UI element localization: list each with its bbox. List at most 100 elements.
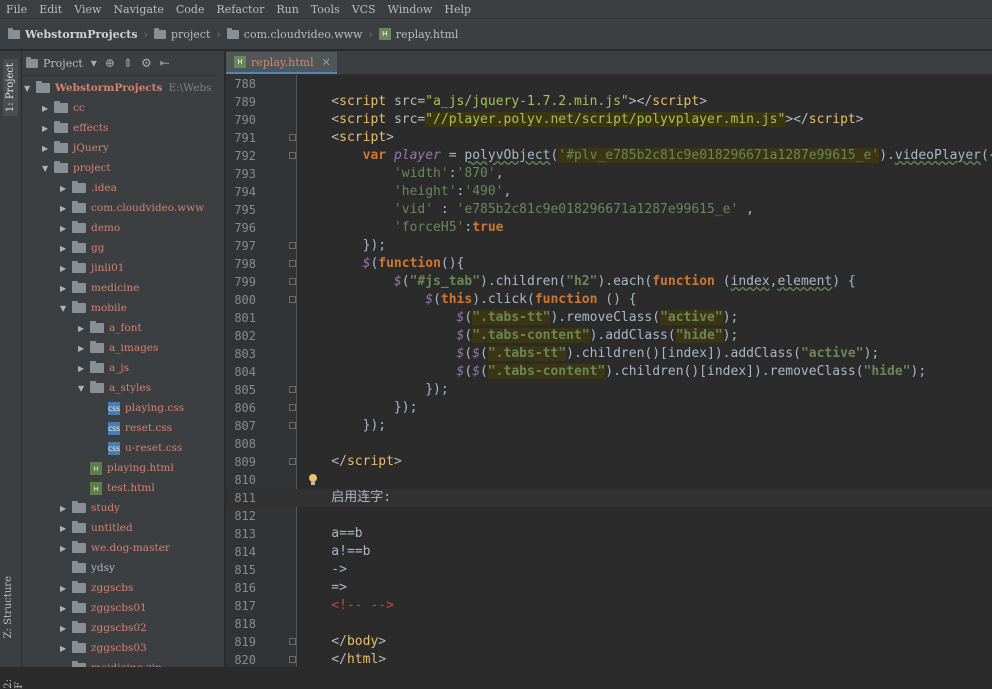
collapse-arrow-icon[interactable]: ▶ xyxy=(60,624,72,633)
menu-item-window[interactable]: Window xyxy=(382,3,439,16)
tree-item[interactable]: ▶ zggscbs xyxy=(60,578,133,598)
code-line[interactable]: 812 xyxy=(226,507,992,525)
hide-icon[interactable]: ⇤ xyxy=(160,56,170,70)
tree-item[interactable]: ▶ a_js xyxy=(78,358,129,378)
fold-marker-icon[interactable] xyxy=(289,422,296,429)
breadcrumb-item-folder[interactable]: com.cloudvideo.www xyxy=(226,27,362,41)
menu-item-edit[interactable]: Edit xyxy=(33,3,68,16)
code-line[interactable]: 791 <script> xyxy=(226,129,992,147)
collapse-arrow-icon[interactable]: ▶ xyxy=(60,644,72,653)
tree-root[interactable]: ▼ WebstormProjects E:\Webs xyxy=(24,78,211,98)
code-line[interactable]: 793 'width':'870', xyxy=(226,165,992,183)
code-line[interactable]: 814 a!==b xyxy=(226,543,992,561)
tree-item[interactable]: ▶ zggscbs02 xyxy=(60,618,147,638)
tree-item[interactable]: ▼ a_styles xyxy=(78,378,151,398)
code-line[interactable]: 811 启用连字: xyxy=(226,489,992,507)
tree-item[interactable]: Hplaying.html xyxy=(78,458,174,478)
tree-item[interactable]: ▶ gg xyxy=(60,238,104,258)
menu-item-refactor[interactable]: Refactor xyxy=(210,3,270,16)
breadcrumb-item-root[interactable]: WebstormProjects xyxy=(8,27,138,41)
code-line[interactable]: 797 }); xyxy=(226,237,992,255)
code-line[interactable]: 788 xyxy=(226,75,992,93)
tree-item[interactable]: CSS reset.css xyxy=(96,418,172,438)
breadcrumb-item-project[interactable]: project xyxy=(153,27,210,41)
code-line[interactable]: 800 $(this).click(function () { xyxy=(226,291,992,309)
menu-item-file[interactable]: File xyxy=(0,3,33,16)
code-line[interactable]: 789 <script src="a_js/jquery-1.7.2.min.j… xyxy=(226,93,992,111)
fold-marker-icon[interactable] xyxy=(289,404,296,411)
code-line[interactable]: 819 </body> xyxy=(226,633,992,651)
code-line[interactable]: 807 }); xyxy=(226,417,992,435)
collapse-arrow-icon[interactable]: ▶ xyxy=(60,244,72,253)
code-line[interactable]: 818 xyxy=(226,615,992,633)
gear-icon[interactable]: ⚙ xyxy=(141,56,152,70)
code-line[interactable]: 790 <script src="//player.polyv.net/scri… xyxy=(226,111,992,129)
code-line[interactable]: 820 </html> xyxy=(226,651,992,669)
fold-marker-icon[interactable] xyxy=(289,260,296,267)
code-line[interactable]: 805 }); xyxy=(226,381,992,399)
fold-marker-icon[interactable] xyxy=(289,242,296,249)
fold-marker-icon[interactable] xyxy=(289,278,296,285)
collapse-arrow-icon[interactable]: ▶ xyxy=(42,104,54,113)
tree-item[interactable]: ▶ zggscbs03 xyxy=(60,638,147,658)
tree-item[interactable]: ▶ study xyxy=(60,498,120,518)
collapse-arrow-icon[interactable]: ▶ xyxy=(78,364,90,373)
collapse-arrow-icon[interactable]: ▶ xyxy=(60,544,72,553)
collapse-icon[interactable]: ⇕ xyxy=(123,56,133,70)
breadcrumb-item-file[interactable]: Hreplay.html xyxy=(378,28,458,41)
code-line[interactable]: 808 xyxy=(226,435,992,453)
collapse-arrow-icon[interactable]: ▶ xyxy=(60,224,72,233)
menu-item-code[interactable]: Code xyxy=(170,3,211,16)
collapse-arrow-icon[interactable]: ▶ xyxy=(60,584,72,593)
tree-item[interactable]: CSS playing.css xyxy=(96,398,184,418)
menu-item-tools[interactable]: Tools xyxy=(305,3,346,16)
code-line[interactable]: 817 <!-- --> xyxy=(226,597,992,615)
code-line[interactable]: 813 a==b xyxy=(226,525,992,543)
code-line[interactable]: 798 $(function(){ xyxy=(226,255,992,273)
expand-arrow-icon[interactable]: ▼ xyxy=(24,84,36,93)
fold-marker-icon[interactable] xyxy=(289,152,296,159)
tab-project[interactable]: 1: Project xyxy=(3,59,18,117)
project-view-dropdown[interactable]: Project xyxy=(43,57,83,70)
lightbulb-icon[interactable] xyxy=(308,473,318,486)
tree-item[interactable]: ▼ mobile xyxy=(60,298,127,318)
menu-item-help[interactable]: Help xyxy=(438,3,477,16)
tree-item[interactable]: ▶ com.cloudvideo.www xyxy=(60,198,204,218)
code-line[interactable]: 810 xyxy=(226,471,992,489)
fold-marker-icon[interactable] xyxy=(289,386,296,393)
tree-item[interactable]: meidicine.zip xyxy=(60,658,162,667)
code-line[interactable]: 816 => xyxy=(226,579,992,597)
collapse-arrow-icon[interactable]: ▶ xyxy=(60,524,72,533)
expand-arrow-icon[interactable]: ▼ xyxy=(42,164,54,173)
tree-item[interactable]: CSS u-reset.css xyxy=(96,438,182,458)
tree-item[interactable]: ▶ cc xyxy=(42,98,85,118)
tree-item[interactable]: ▶ medicine xyxy=(60,278,139,298)
tree-item[interactable]: ▶ a_font xyxy=(78,318,142,338)
menu-item-vcs[interactable]: VCS xyxy=(346,3,382,16)
fold-marker-icon[interactable] xyxy=(289,296,296,303)
tree-item[interactable]: ▶ jinli01 xyxy=(60,258,124,278)
collapse-arrow-icon[interactable]: ▶ xyxy=(60,504,72,513)
tree-item[interactable]: ▶ untitled xyxy=(60,518,133,538)
collapse-arrow-icon[interactable]: ▶ xyxy=(60,204,72,213)
code-line[interactable]: 802 $(".tabs-content").addClass("hide"); xyxy=(226,327,992,345)
code-line[interactable]: 792 var player = polyvObject('#plv_e785b… xyxy=(226,147,992,165)
tree-item[interactable]: ▶ .idea xyxy=(60,178,117,198)
expand-arrow-icon[interactable]: ▼ xyxy=(78,384,90,393)
collapse-arrow-icon[interactable]: ▶ xyxy=(42,124,54,133)
code-line[interactable]: 799 $("#js_tab").children("h2").each(fun… xyxy=(226,273,992,291)
tree-item[interactable]: ▶ effects xyxy=(42,118,108,138)
collapse-arrow-icon[interactable]: ▶ xyxy=(78,344,90,353)
tab-favorites[interactable]: 2: F xyxy=(3,679,25,689)
chevron-down-icon[interactable]: ▾ xyxy=(91,56,97,70)
menu-item-run[interactable]: Run xyxy=(270,3,304,16)
code-line[interactable]: 803 $($(".tabs-tt").children()[index]).a… xyxy=(226,345,992,363)
tree-item[interactable]: ▶ jQuery xyxy=(42,138,109,158)
collapse-arrow-icon[interactable]: ▶ xyxy=(60,604,72,613)
collapse-arrow-icon[interactable]: ▶ xyxy=(78,324,90,333)
collapse-arrow-icon[interactable]: ▶ xyxy=(60,184,72,193)
code-line[interactable]: 794 'height':'490', xyxy=(226,183,992,201)
fold-marker-icon[interactable] xyxy=(289,458,296,465)
project-scrollbar[interactable] xyxy=(217,51,223,667)
code-line[interactable]: 815 -> xyxy=(226,561,992,579)
